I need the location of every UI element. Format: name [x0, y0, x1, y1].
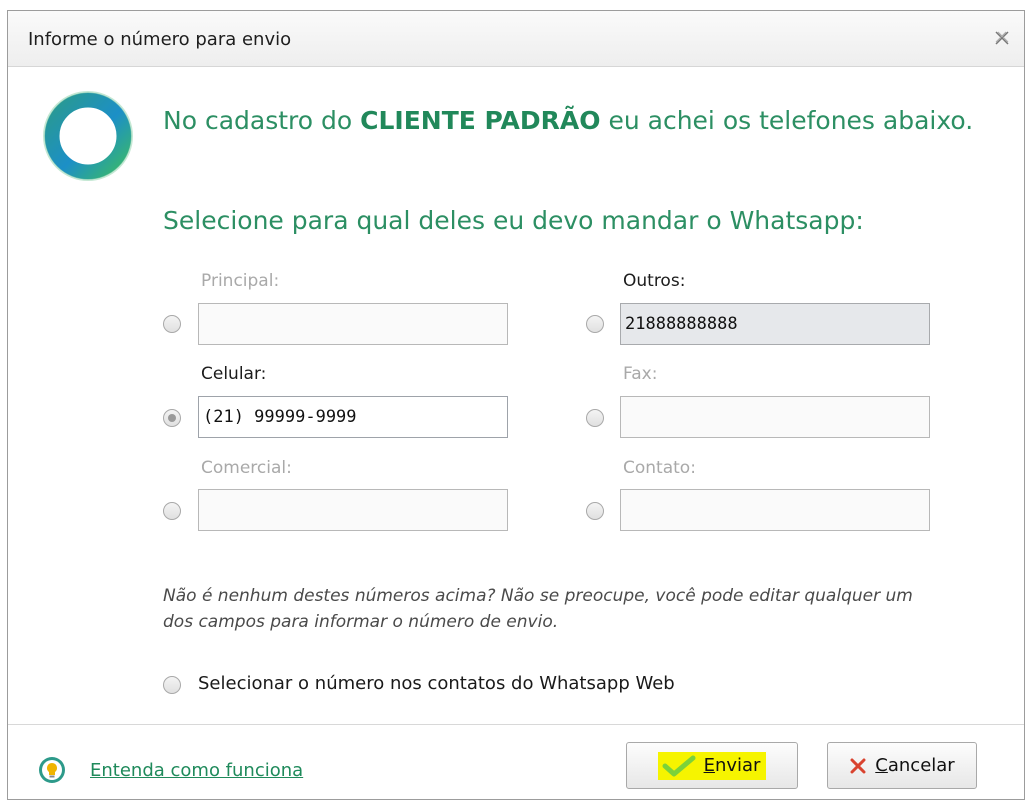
send-button[interactable]: Enviar: [626, 742, 798, 789]
fax-radio[interactable]: [586, 409, 604, 427]
celular-radio[interactable]: [163, 409, 181, 427]
comercial-field[interactable]: [198, 489, 508, 531]
app-logo-icon: [40, 88, 136, 184]
fax-field[interactable]: [620, 396, 930, 438]
outros-field[interactable]: 21888888888: [620, 303, 930, 345]
title-bar: Informe o número para envio: [8, 11, 1024, 67]
whatsapp-web-radio[interactable]: [163, 676, 181, 694]
celular-label: Celular:: [201, 364, 267, 384]
cancel-button-label: Cancelar: [875, 755, 955, 776]
contato-field[interactable]: [620, 489, 930, 531]
subheadline: Selecione para qual deles eu devo mandar…: [163, 206, 864, 235]
client-name: CLIENTE PADRÃO: [360, 106, 601, 135]
footer-divider: [8, 724, 1024, 725]
headline: No cadastro do CLIENTE PADRÃO eu achei o…: [163, 106, 973, 135]
send-button-highlight: Enviar: [657, 751, 767, 780]
outros-label: Outros:: [623, 271, 686, 291]
close-icon[interactable]: [992, 28, 1012, 48]
dialog-window: Informe o número para envio No cadastro …: [7, 10, 1025, 800]
comercial-radio[interactable]: [163, 502, 181, 520]
contato-label: Contato:: [623, 458, 696, 478]
cancel-button[interactable]: Cancelar: [827, 742, 977, 789]
fax-label: Fax:: [623, 364, 658, 384]
checkmark-icon: [662, 755, 696, 777]
headline-prefix: No cadastro do: [163, 106, 361, 135]
outros-radio[interactable]: [586, 315, 604, 333]
headline-suffix: eu achei os telefones abaixo.: [600, 106, 974, 135]
principal-field[interactable]: [198, 303, 508, 345]
x-icon: [849, 757, 867, 775]
principal-radio[interactable]: [163, 315, 181, 333]
dialog-title: Informe o número para envio: [28, 29, 292, 50]
lightbulb-help-icon[interactable]: [38, 756, 66, 784]
principal-label: Principal:: [201, 271, 280, 291]
contato-radio[interactable]: [586, 502, 604, 520]
celular-field[interactable]: (21) 99999-9999: [198, 396, 508, 438]
whatsapp-web-option-label[interactable]: Selecionar o número nos contatos do What…: [198, 673, 675, 694]
hint-text: Não é nenhum destes números acima? Não s…: [163, 586, 913, 632]
comercial-label: Comercial:: [201, 458, 292, 478]
help-link[interactable]: Entenda como funciona: [90, 760, 303, 781]
send-button-label: Enviar: [703, 755, 761, 776]
